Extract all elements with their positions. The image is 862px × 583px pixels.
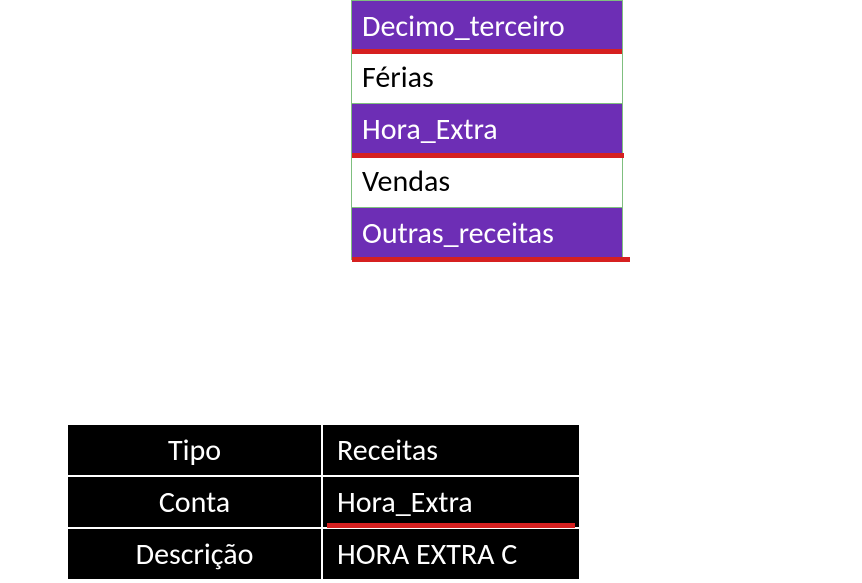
table-row: Conta Hora_Extra (67, 476, 580, 528)
table-value-text: HORA EXTRA C (337, 536, 517, 573)
list-item-label: Outras_receitas (362, 215, 554, 252)
underline-annotation (352, 153, 624, 158)
list-item[interactable]: Férias (351, 52, 623, 104)
table-value-cell[interactable]: HORA EXTRA C (322, 528, 580, 580)
table-label-cell: Tipo (67, 424, 322, 476)
underline-annotation (352, 49, 622, 54)
table-row: Tipo Receitas (67, 424, 580, 476)
category-list: Decimo_terceiro Férias Hora_Extra Vendas Out… (351, 0, 623, 260)
list-item-label: Vendas (362, 163, 450, 200)
underline-annotation (352, 257, 630, 262)
list-item[interactable]: Outras_receitas (351, 208, 623, 260)
table-value-cell[interactable]: Hora_Extra (322, 476, 580, 528)
list-item[interactable]: Hora_Extra (351, 104, 623, 156)
table-value-text: Receitas (337, 432, 438, 469)
table-value-text: Hora_Extra (337, 484, 473, 521)
list-item[interactable]: Decimo_terceiro (351, 0, 623, 52)
table-value-cell[interactable]: Receitas (322, 424, 580, 476)
list-item[interactable]: Vendas (351, 156, 623, 208)
table-row: Descrição HORA EXTRA C (67, 528, 580, 580)
list-item-label: Decimo_terceiro (362, 8, 565, 45)
detail-table: Tipo Receitas Conta Hora_Extra Descrição HORA… (66, 423, 581, 581)
underline-annotation (327, 523, 575, 528)
table-label-cell: Conta (67, 476, 322, 528)
list-item-label: Hora_Extra (362, 111, 498, 148)
table-label-cell: Descrição (67, 528, 322, 580)
list-item-label: Férias (362, 59, 434, 96)
